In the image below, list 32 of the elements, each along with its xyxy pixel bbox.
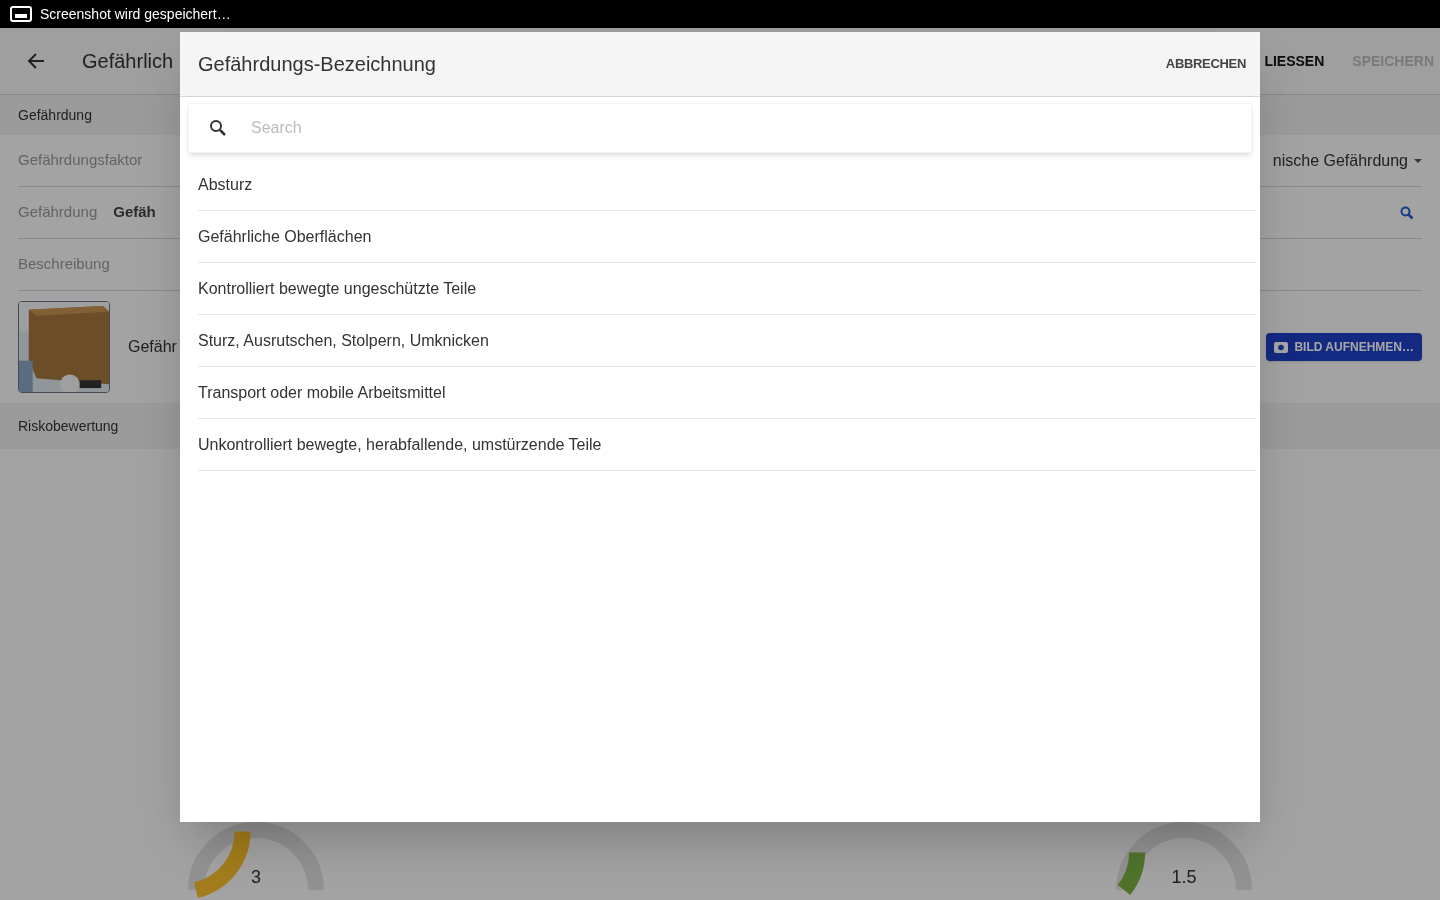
dialog-title: Gefährdungs-Bezeichnung <box>198 52 436 77</box>
caret-icon <box>1414 157 1422 164</box>
cancel-button[interactable]: ABBRECHEN <box>1165 54 1246 74</box>
section-header: Gefährdung <box>18 105 92 125</box>
gauge-fill <box>193 831 251 898</box>
field-value: Gefäh <box>113 202 156 223</box>
list-item[interactable]: Kontrolliert bewegte ungeschützte Teile <box>198 263 1256 315</box>
list-item[interactable]: Absturz <box>198 159 1256 211</box>
list-item[interactable]: Gefährliche Oberflächen <box>198 211 1256 263</box>
camera-icon <box>1274 341 1289 353</box>
page-title: Gefährlich <box>82 49 174 74</box>
list-item[interactable]: Sturz, Ausrutschen, Stolpern, Umknicken <box>198 315 1256 367</box>
list-item[interactable]: Transport oder mobile Arbeitsmittel <box>198 367 1256 419</box>
back-arrow-icon[interactable] <box>26 51 46 71</box>
app-bar-button[interactable]: LIESSEN <box>1260 50 1329 72</box>
search-icon <box>209 119 227 137</box>
section-header: Riskobewertung <box>18 416 119 436</box>
photo-caption: Gefähr <box>128 337 177 357</box>
gauge-reading: 1.5 <box>1171 866 1197 889</box>
list-item[interactable]: Unkontrolliert bewegte, herabfallende, umstürzende Teile <box>198 419 1256 471</box>
gauge-reading: 3 <box>251 866 261 889</box>
search-input[interactable]: Search <box>251 116 1231 140</box>
field-label: Gefährdungsfaktor <box>18 150 143 171</box>
take-photo-button[interactable]: BILD AUFNEHMEN… <box>1266 333 1422 361</box>
dropdown-field[interactable]: nische Gefährdung <box>1268 148 1422 173</box>
field-label: Beschreibung <box>18 254 110 275</box>
field-label: Gefährdung <box>18 202 98 223</box>
search-icon[interactable] <box>1400 205 1414 220</box>
notification-text: Screenshot wird gespeichert… <box>40 4 231 24</box>
gauge-fill <box>1117 852 1146 895</box>
search-field[interactable]: Search <box>188 103 1252 153</box>
screenshot-icon <box>10 6 32 22</box>
